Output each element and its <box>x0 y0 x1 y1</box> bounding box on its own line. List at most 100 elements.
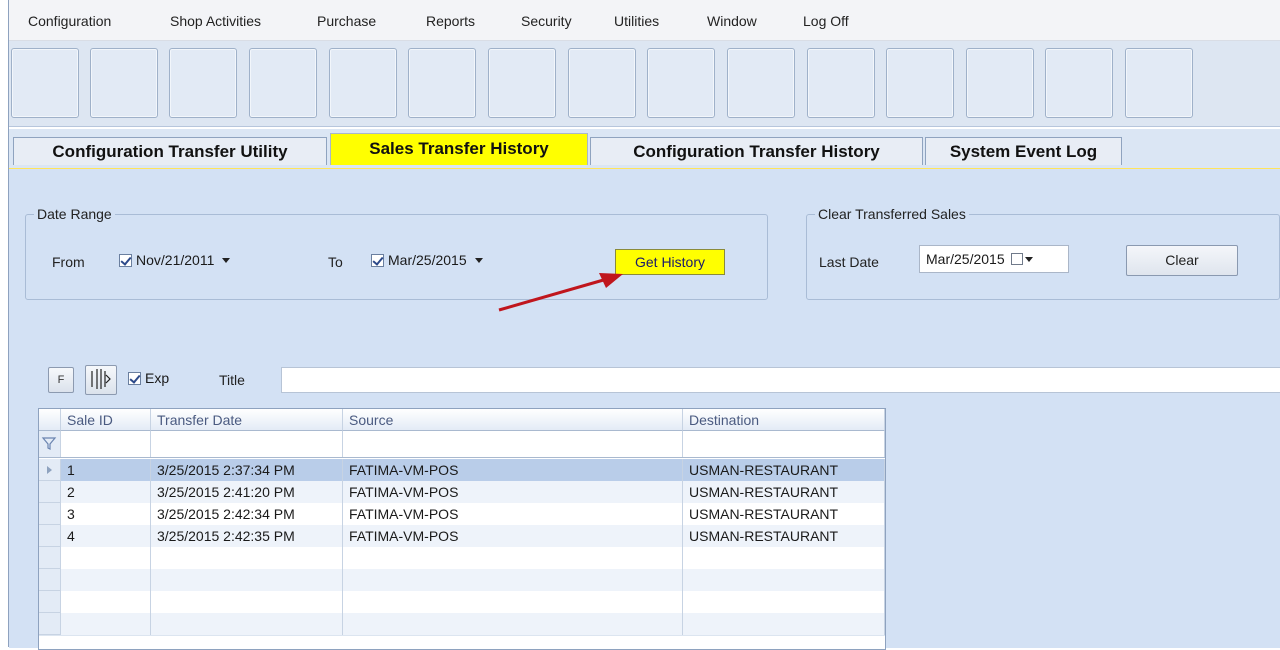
toolbar-button[interactable] <box>568 48 636 118</box>
cell-sale-id[interactable]: 4 <box>61 525 151 547</box>
empty-cell <box>343 613 683 635</box>
menu-utilities[interactable]: Utilities <box>614 13 659 29</box>
column-chooser-icon[interactable] <box>85 365 117 395</box>
row-indicator[interactable] <box>39 481 61 503</box>
table-row[interactable]: 1 3/25/2015 2:37:34 PM FATIMA-VM-POS USMAN-… <box>39 459 885 482</box>
tab-configuration-transfer-history[interactable]: Configuration Transfer History <box>590 137 923 165</box>
empty-row <box>39 591 885 614</box>
cell-sale-id[interactable]: 3 <box>61 503 151 525</box>
empty-cell <box>151 591 343 613</box>
last-date-value: Mar/25/2015 <box>926 251 1005 267</box>
chevron-down-icon[interactable] <box>1024 256 1033 262</box>
column-header-transfer-date[interactable]: Transfer Date <box>151 409 343 431</box>
filter-cell[interactable] <box>61 431 151 457</box>
tab-strip: Configuration Transfer Utility Sales Tra… <box>9 129 1280 169</box>
table-row[interactable]: 2 3/25/2015 2:41:20 PM FATIMA-VM-POS USMAN-… <box>39 481 885 504</box>
empty-cell <box>683 569 885 591</box>
empty-cell <box>151 613 343 635</box>
cell-destination[interactable]: USMAN-RESTAURANT <box>683 481 885 503</box>
to-date-value: Mar/25/2015 <box>388 252 467 268</box>
toolbar-button[interactable] <box>1125 48 1193 118</box>
empty-cell <box>61 613 151 635</box>
chevron-down-icon[interactable] <box>222 257 231 263</box>
cell-sale-id[interactable]: 2 <box>61 481 151 503</box>
cell-source[interactable]: FATIMA-VM-POS <box>343 503 683 525</box>
filter-f-button[interactable]: F <box>48 367 74 393</box>
to-checkbox[interactable] <box>371 253 384 267</box>
empty-row <box>39 547 885 570</box>
toolbar-button[interactable] <box>886 48 954 118</box>
calendar-icon[interactable] <box>1010 253 1023 265</box>
menu-security[interactable]: Security <box>521 13 572 29</box>
tab-sales-transfer-history[interactable]: Sales Transfer History <box>330 133 588 165</box>
exp-label: Exp <box>145 370 170 386</box>
from-checkbox[interactable] <box>119 253 132 267</box>
row-indicator[interactable] <box>39 503 61 525</box>
empty-cell <box>61 591 151 613</box>
last-date-label: Last Date <box>819 254 879 270</box>
cell-destination[interactable]: USMAN-RESTAURANT <box>683 503 885 525</box>
cell-transfer-date[interactable]: 3/25/2015 2:42:34 PM <box>151 503 343 525</box>
cell-transfer-date[interactable]: 3/25/2015 2:42:35 PM <box>151 525 343 547</box>
column-header-destination[interactable]: Destination <box>683 409 885 431</box>
empty-cell <box>683 591 885 613</box>
from-label: From <box>52 254 85 270</box>
chevron-down-icon[interactable] <box>474 257 483 263</box>
row-indicator-header <box>39 409 61 431</box>
last-date-picker[interactable]: Mar/25/2015 <box>919 245 1069 273</box>
title-input[interactable] <box>281 367 1280 393</box>
cell-source[interactable]: FATIMA-VM-POS <box>343 525 683 547</box>
table-row[interactable]: 4 3/25/2015 2:42:35 PM FATIMA-VM-POS USMAN-… <box>39 525 885 548</box>
toolbar-button[interactable] <box>11 48 79 118</box>
cell-transfer-date[interactable]: 3/25/2015 2:41:20 PM <box>151 481 343 503</box>
toolbar-button[interactable] <box>329 48 397 118</box>
row-indicator[interactable] <box>39 525 61 547</box>
exp-checkbox[interactable] <box>128 371 141 385</box>
toolbar-button[interactable] <box>807 48 875 118</box>
clear-button[interactable]: Clear <box>1126 245 1238 276</box>
column-header-sale-id[interactable]: Sale ID <box>61 409 151 431</box>
cell-sale-id[interactable]: 1 <box>61 459 151 481</box>
empty-cell <box>343 547 683 569</box>
title-label: Title <box>219 372 245 388</box>
menu-reports[interactable]: Reports <box>426 13 475 29</box>
tab-system-event-log[interactable]: System Event Log <box>925 137 1122 165</box>
filter-icon[interactable] <box>39 431 61 457</box>
menu-bar: Configuration Shop Activities Purchase R… <box>9 0 1280 41</box>
filter-cell[interactable] <box>683 431 885 457</box>
tab-configuration-transfer-utility[interactable]: Configuration Transfer Utility <box>13 137 327 165</box>
menu-purchase[interactable]: Purchase <box>317 13 376 29</box>
from-date-picker[interactable]: Nov/21/2011 <box>119 249 231 271</box>
menu-window[interactable]: Window <box>707 13 757 29</box>
column-header-source[interactable]: Source <box>343 409 683 431</box>
cell-transfer-date[interactable]: 3/25/2015 2:37:34 PM <box>151 459 343 481</box>
cell-source[interactable]: FATIMA-VM-POS <box>343 481 683 503</box>
menu-shop-activities[interactable]: Shop Activities <box>170 13 261 29</box>
cell-source[interactable]: FATIMA-VM-POS <box>343 459 683 481</box>
get-history-button[interactable]: Get History <box>615 249 725 275</box>
toolbar-button[interactable] <box>408 48 476 118</box>
toolbar-button[interactable] <box>249 48 317 118</box>
to-date-picker[interactable]: Mar/25/2015 <box>371 249 483 271</box>
toolbar-button[interactable] <box>488 48 556 118</box>
empty-cell <box>61 569 151 591</box>
filter-cell[interactable] <box>151 431 343 457</box>
toolbar-button[interactable] <box>966 48 1034 118</box>
exp-toggle[interactable]: Exp <box>128 370 169 386</box>
row-indicator[interactable] <box>39 459 61 481</box>
filter-cell[interactable] <box>343 431 683 457</box>
clear-sales-title: Clear Transferred Sales <box>815 206 969 222</box>
toolbar-button[interactable] <box>647 48 715 118</box>
table-row[interactable]: 3 3/25/2015 2:42:34 PM FATIMA-VM-POS USMAN-… <box>39 503 885 526</box>
filter-row[interactable] <box>39 431 885 458</box>
cell-destination[interactable]: USMAN-RESTAURANT <box>683 525 885 547</box>
toolbar-button[interactable] <box>90 48 158 118</box>
cell-destination[interactable]: USMAN-RESTAURANT <box>683 459 885 481</box>
toolbar-button[interactable] <box>727 48 795 118</box>
empty-cell <box>683 613 885 635</box>
menu-log-off[interactable]: Log Off <box>803 13 849 29</box>
empty-row <box>39 569 885 592</box>
toolbar-button[interactable] <box>1045 48 1113 118</box>
toolbar-button[interactable] <box>169 48 237 118</box>
menu-configuration[interactable]: Configuration <box>28 13 111 29</box>
